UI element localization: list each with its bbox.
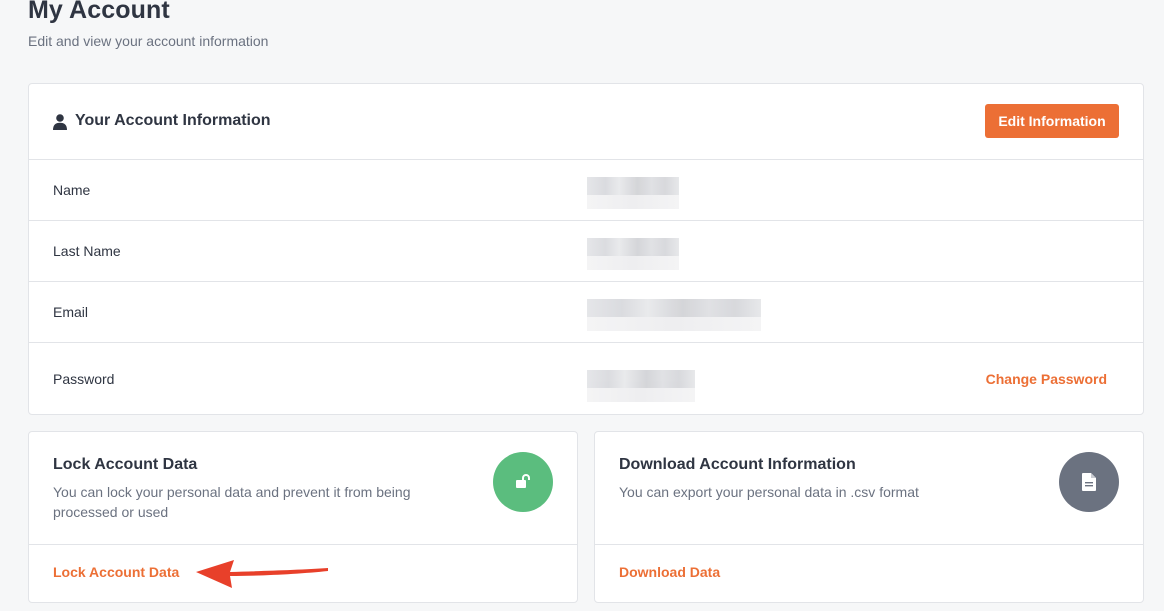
account-information-card: Your Account Information Edit Informatio…	[28, 83, 1144, 415]
download-account-title: Download Account Information	[619, 456, 856, 473]
name-label: Name	[53, 182, 91, 198]
account-information-title: Your Account Information	[75, 112, 271, 129]
password-label: Password	[53, 371, 115, 387]
name-row: Name	[29, 160, 1143, 221]
change-password-link[interactable]: Change Password	[986, 371, 1107, 387]
last-name-label: Last Name	[53, 243, 121, 259]
password-row: Password Change Password	[29, 343, 1143, 416]
download-account-icon-circle	[1059, 452, 1119, 512]
email-value-redacted	[587, 299, 761, 331]
account-information-header: Your Account Information Edit Informatio…	[29, 84, 1143, 160]
user-icon	[53, 114, 67, 130]
last-name-value-redacted	[587, 238, 679, 270]
lock-account-icon-circle	[493, 452, 553, 512]
last-name-row: Last Name	[29, 221, 1143, 282]
document-icon	[1082, 473, 1096, 491]
name-value-redacted	[587, 177, 679, 209]
lock-account-description: You can lock your personal data and prev…	[53, 484, 411, 520]
download-data-link[interactable]: Download Data	[619, 564, 720, 580]
download-account-card: Download Account Information You can exp…	[594, 431, 1144, 603]
page-subtitle: Edit and view your account information	[28, 33, 269, 49]
password-value-redacted	[587, 370, 695, 402]
unlock-icon	[516, 474, 530, 488]
download-account-description: You can export your personal data in .cs…	[619, 484, 919, 500]
email-row: Email	[29, 282, 1143, 343]
lock-account-title: Lock Account Data	[53, 456, 198, 473]
lock-account-data-link[interactable]: Lock Account Data	[53, 564, 179, 580]
edit-information-button[interactable]: Edit Information	[985, 104, 1119, 138]
page-title: My Account	[28, 0, 170, 24]
my-account-page: My Account Edit and view your account in…	[0, 0, 1164, 611]
email-label: Email	[53, 304, 89, 320]
download-account-footer: Download Data	[595, 544, 1143, 604]
annotation-arrow-icon	[196, 560, 328, 588]
